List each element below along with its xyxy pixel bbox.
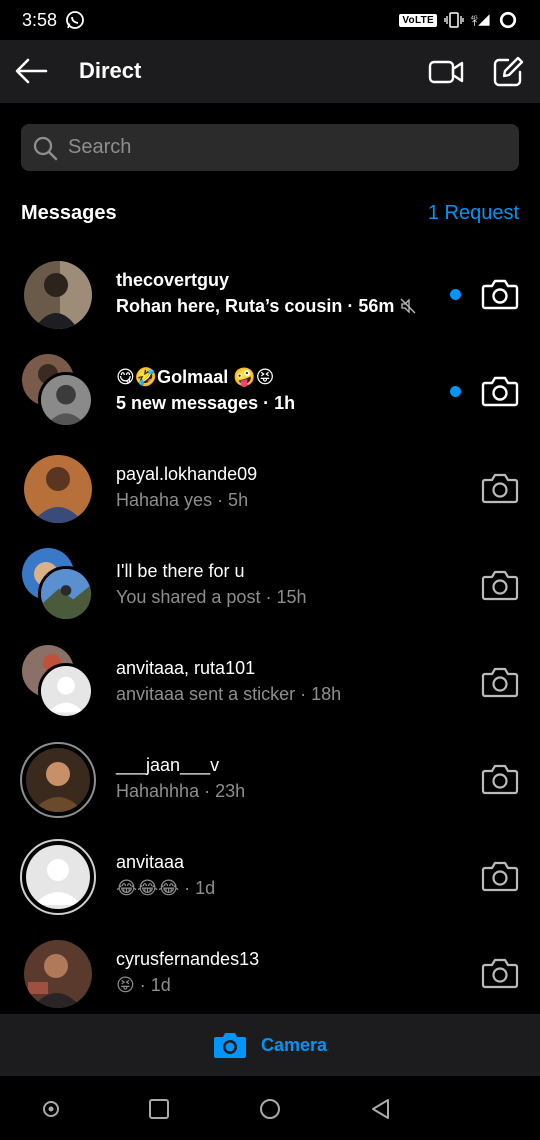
- home-icon[interactable]: [257, 1096, 283, 1122]
- thread-row[interactable]: 😋🤣Golmaal 🤪😝 5 new messages · 1h: [0, 342, 540, 438]
- thread-preview: You shared a post · 15h: [116, 587, 307, 607]
- volte-badge: VoLTE: [399, 13, 437, 27]
- vibrate-icon: [444, 12, 464, 28]
- avatar: [20, 257, 96, 333]
- thread-preview: anvitaaa sent a sticker · 18h: [116, 684, 342, 704]
- default-avatar-icon: [38, 663, 94, 719]
- thread-preview-line: Rohan here, Ruta’s cousin · 56m: [116, 296, 416, 317]
- avatar-photo: [38, 566, 94, 622]
- avatar-photo: [38, 372, 94, 428]
- thread-name: 😋🤣Golmaal 🤪😝: [116, 367, 275, 387]
- back-nav-icon[interactable]: [368, 1096, 394, 1122]
- search-input[interactable]: [68, 136, 488, 159]
- assistant-icon[interactable]: [38, 1096, 64, 1122]
- camera-icon: [213, 1033, 246, 1058]
- unread-dot: [450, 289, 461, 300]
- camera-bar[interactable]: Camera: [0, 1014, 540, 1076]
- camera-icon[interactable]: [481, 471, 519, 505]
- requests-link[interactable]: 1 Request: [428, 202, 519, 225]
- avatar-photo: [24, 455, 92, 523]
- thread-row[interactable]: thecovertguy Rohan here, Ruta’s cousin ·…: [0, 245, 540, 341]
- recents-icon[interactable]: [146, 1096, 172, 1122]
- thread-name: ___jaan___v: [116, 755, 220, 775]
- avatar: [20, 742, 96, 818]
- group-avatar: [20, 354, 96, 430]
- page-title: Direct: [79, 58, 142, 83]
- status-bar: 3:58 VoLTE 4G: [0, 0, 540, 40]
- thread-preview: Hahahhha · 23h: [116, 781, 246, 801]
- thread-name: anvitaaa: [116, 852, 185, 872]
- camera-label: Camera: [260, 1034, 328, 1055]
- status-time: 3:58: [22, 9, 58, 30]
- camera-icon[interactable]: [481, 568, 519, 602]
- header-bar: Direct: [0, 40, 540, 103]
- system-nav-bar: [0, 1076, 540, 1140]
- signal-icon: 4G: [471, 14, 490, 26]
- avatar-photo: [24, 940, 92, 1008]
- thread-row[interactable]: payal.lokhande09 Hahaha yes · 5h: [0, 439, 540, 535]
- search-icon: [33, 136, 58, 160]
- compose-icon[interactable]: [492, 56, 524, 88]
- muted-icon: [400, 298, 416, 314]
- unread-dot: [450, 386, 461, 397]
- video-call-icon[interactable]: [428, 57, 464, 87]
- back-arrow-icon[interactable]: [14, 56, 48, 86]
- thread-name: payal.lokhande09: [116, 464, 258, 484]
- camera-icon[interactable]: [481, 374, 519, 408]
- camera-icon[interactable]: [481, 762, 519, 796]
- camera-icon[interactable]: [481, 956, 519, 990]
- thread-preview: Rohan here, Ruta’s cousin · 56m: [116, 296, 395, 316]
- avatar-photo: [24, 261, 92, 329]
- thread-name: cyrusfernandes13: [116, 949, 260, 969]
- thread-name: I'll be there for u: [116, 561, 245, 581]
- thread-preview: Hahaha yes · 5h: [116, 490, 249, 510]
- thread-row[interactable]: cyrusfernandes13 😝 · 1d: [0, 924, 540, 1020]
- messages-heading: Messages: [21, 202, 117, 224]
- camera-icon[interactable]: [481, 859, 519, 893]
- thread-preview: 😝 · 1d: [116, 975, 171, 995]
- thread-name: thecovertguy: [116, 270, 230, 290]
- thread-row[interactable]: anvitaaa, ruta101 anvitaaa sent a sticke…: [0, 633, 540, 729]
- camera-icon[interactable]: [481, 277, 519, 311]
- thread-preview: 😂😂😂 · 1d: [116, 878, 216, 898]
- avatar: [20, 451, 96, 527]
- battery-ring-icon: [499, 11, 517, 29]
- thread-row[interactable]: anvitaaa 😂😂😂 · 1d: [0, 827, 540, 923]
- search-bar[interactable]: [21, 124, 519, 171]
- whatsapp-notification-icon: [66, 11, 84, 29]
- thread-preview: 5 new messages · 1h: [116, 393, 296, 413]
- avatar: [20, 839, 96, 915]
- avatar: [20, 936, 96, 1012]
- thread-row[interactable]: ___jaan___v Hahahhha · 23h: [0, 730, 540, 826]
- group-avatar: [20, 548, 96, 624]
- thread-name: anvitaaa, ruta101: [116, 658, 256, 678]
- thread-row[interactable]: I'll be there for u You shared a post · …: [0, 536, 540, 632]
- avatar-photo: [26, 748, 90, 812]
- default-avatar-icon: [26, 845, 90, 909]
- camera-icon[interactable]: [481, 665, 519, 699]
- group-avatar: [20, 645, 96, 721]
